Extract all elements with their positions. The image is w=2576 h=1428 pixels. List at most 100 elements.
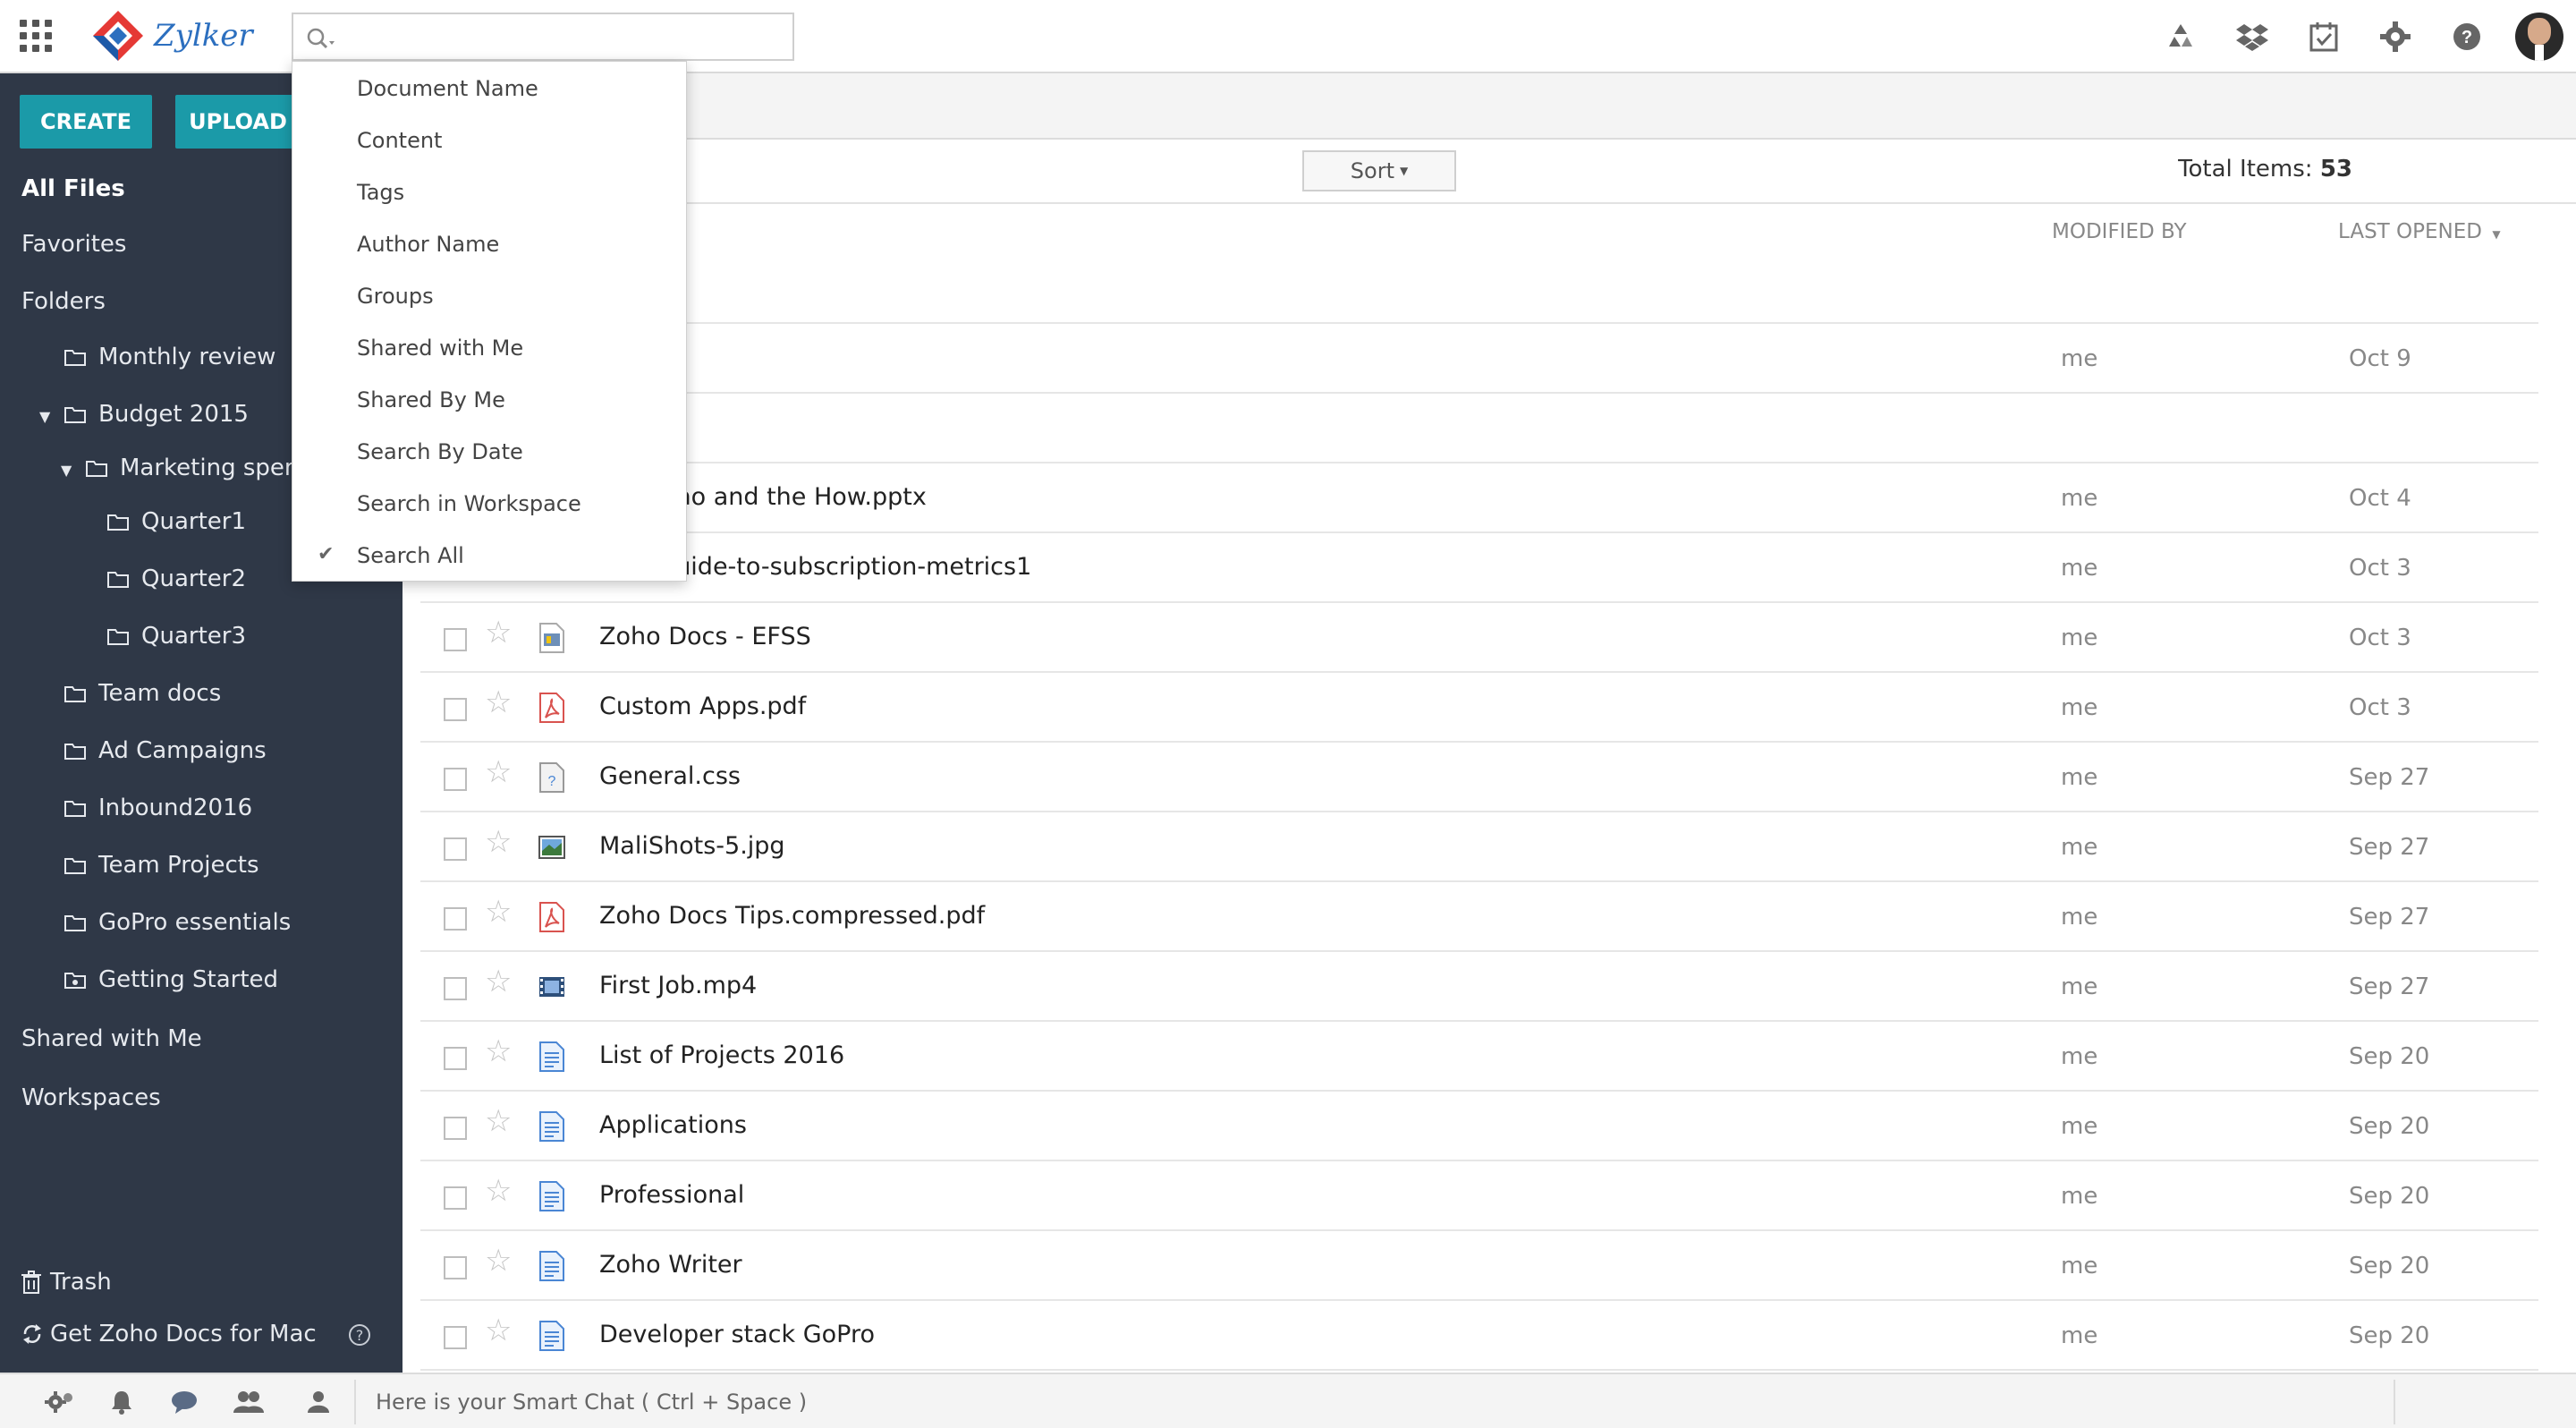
row-checkbox[interactable] (444, 698, 467, 721)
star-icon[interactable]: ☆ (485, 617, 512, 648)
file-name[interactable]: Zoho Docs Tips.compressed.pdf (599, 902, 985, 930)
zylker-logo[interactable]: Zylker (89, 7, 253, 64)
star-icon[interactable]: ☆ (485, 966, 512, 997)
file-name[interactable]: Applications (599, 1111, 747, 1139)
sidebar-item-all-files[interactable]: All Files (21, 175, 125, 202)
file-name[interactable]: General.css (599, 762, 741, 790)
sort-button[interactable]: Sort ▼ (1302, 150, 1456, 191)
folder-team-docs[interactable]: Team docs (64, 680, 221, 707)
sidebar-item-shared-with-me[interactable]: Shared with Me (21, 1025, 202, 1052)
file-name[interactable]: Custom Apps.pdf (599, 693, 806, 720)
row-checkbox[interactable] (444, 1186, 467, 1210)
upload-button[interactable]: UPLOAD (175, 95, 301, 149)
file-row[interactable] (420, 394, 2538, 463)
search-option-groups[interactable]: Groups (357, 284, 434, 309)
search-option-search-all[interactable]: Search All (357, 543, 464, 568)
file-row[interactable] (420, 254, 2538, 324)
search-option-shared-with-me[interactable]: Shared with Me (357, 336, 523, 361)
file-row[interactable]: ☆ Applications me Sep 20 (420, 1092, 2538, 1161)
bell-icon[interactable] (106, 1389, 138, 1415)
file-row[interactable]: ☆ Zoho Docs Tips.compressed.pdf me Sep 27 (420, 882, 2538, 952)
caret-down-icon[interactable]: ▼ (39, 408, 50, 425)
smart-chat-input[interactable] (358, 1378, 2388, 1426)
create-button[interactable]: CREATE (20, 95, 152, 149)
file-name[interactable]: Professional (599, 1181, 744, 1209)
group-icon[interactable] (233, 1389, 265, 1415)
recycle-icon[interactable] (2145, 0, 2216, 73)
star-icon[interactable]: ☆ (485, 1036, 512, 1067)
star-icon[interactable]: ☆ (485, 757, 512, 787)
help-icon[interactable]: ? (2431, 0, 2503, 73)
chat-bubble-icon[interactable] (168, 1389, 200, 1415)
folder-monthly-review[interactable]: Monthly review (64, 344, 275, 370)
row-checkbox[interactable] (444, 1117, 467, 1140)
row-checkbox[interactable] (444, 1326, 467, 1349)
file-row[interactable]: ☆ Developer stack GoPro me Sep 20 (420, 1301, 2538, 1371)
row-checkbox[interactable] (444, 768, 467, 791)
file-name[interactable]: Zoho Writer (599, 1251, 742, 1279)
file-name[interactable]: MaliShots-5.jpg (599, 832, 785, 860)
star-icon[interactable]: ☆ (485, 1106, 512, 1136)
sidebar-item-trash[interactable]: Trash (21, 1269, 112, 1296)
folder-quarter3[interactable]: Quarter3 (107, 623, 246, 650)
row-checkbox[interactable] (444, 628, 467, 651)
folder-team-projects[interactable]: Team Projects (64, 852, 259, 879)
user-icon[interactable] (302, 1389, 335, 1415)
row-checkbox[interactable] (444, 1047, 467, 1070)
column-header-last-opened[interactable]: LAST OPENED ▼ (2338, 220, 2501, 243)
folder-budget-2015[interactable]: Budget 2015 (64, 401, 249, 428)
column-header-modified-by[interactable]: MODIFIED BY (2052, 220, 2187, 243)
file-row[interactable]: ☆ List of Projects 2016 me Sep 20 (420, 1022, 2538, 1092)
search-box[interactable] (292, 13, 794, 61)
file-row[interactable]: ☆ Zoho Docs - EFSS me Oct 3 (420, 603, 2538, 673)
search-option-search-by-date[interactable]: Search By Date (357, 439, 523, 464)
settings-gear-icon[interactable] (43, 1389, 75, 1415)
calendar-check-icon[interactable] (2288, 0, 2360, 73)
file-row[interactable]: ☆ MaliShots-5.jpg me Sep 27 (420, 812, 2538, 882)
row-checkbox[interactable] (444, 837, 467, 861)
get-zoho-docs-for-mac-link[interactable]: Get Zoho Docs for Mac (21, 1321, 317, 1347)
file-row[interactable]: ☆ Zoho Writer me Sep 20 (420, 1231, 2538, 1301)
file-row[interactable]: The Who and the How.pptx me Oct 4 (420, 463, 2538, 533)
star-icon[interactable]: ☆ (485, 687, 512, 718)
row-checkbox[interactable] (444, 1256, 467, 1279)
star-icon[interactable]: ☆ (485, 897, 512, 927)
file-row[interactable]: ☆ Professional me Sep 20 (420, 1161, 2538, 1231)
file-name[interactable]: List of Projects 2016 (599, 1041, 844, 1069)
file-name[interactable]: Zoho Docs - EFSS (599, 623, 811, 650)
sidebar-item-workspaces[interactable]: Workspaces (21, 1084, 161, 1111)
caret-down-icon[interactable]: ▼ (61, 462, 72, 479)
sidebar-item-folders[interactable]: Folders (21, 288, 106, 315)
folder-gopro-essentials[interactable]: GoPro essentials (64, 909, 291, 936)
apps-grid-icon[interactable] (20, 20, 52, 52)
folder-quarter1[interactable]: Quarter1 (107, 508, 246, 535)
file-row[interactable]: ☆? General.css me Sep 27 (420, 743, 2538, 812)
row-checkbox[interactable] (444, 977, 467, 1000)
folder-marketing-spend[interactable]: Marketing spen (86, 455, 299, 481)
file-row[interactable]: ☆ First Job.mp4 me Sep 27 (420, 952, 2538, 1022)
star-icon[interactable]: ☆ (485, 1176, 512, 1206)
row-checkbox[interactable] (444, 907, 467, 931)
sidebar-item-favorites[interactable]: Favorites (21, 231, 126, 258)
search-option-tags[interactable]: Tags (357, 180, 404, 205)
folder-ad-campaigns[interactable]: Ad Campaigns (64, 737, 267, 764)
search-option-document-name[interactable]: Document Name (357, 76, 538, 101)
file-row[interactable]: ants-guide-to-subscription-metrics1 me Oct… (420, 533, 2538, 603)
search-option-shared-by-me[interactable]: Shared By Me (357, 387, 505, 412)
search-option-search-in-workspace[interactable]: Search in Workspace (357, 491, 581, 516)
folder-getting-started[interactable]: Getting Started (64, 966, 278, 993)
star-icon[interactable]: ☆ (485, 827, 512, 857)
dropbox-icon[interactable] (2216, 0, 2288, 73)
file-row[interactable]: ots.jpgmeOct 9 (420, 324, 2538, 394)
search-option-author-name[interactable]: Author Name (357, 232, 499, 257)
search-icon[interactable] (306, 27, 336, 50)
search-input[interactable] (347, 20, 785, 54)
star-icon[interactable]: ☆ (485, 1315, 512, 1346)
file-name[interactable]: First Job.mp4 (599, 972, 757, 999)
folder-inbound2016[interactable]: Inbound2016 (64, 795, 252, 821)
folder-quarter2[interactable]: Quarter2 (107, 565, 246, 592)
star-icon[interactable]: ☆ (485, 1245, 512, 1276)
file-row[interactable]: ☆ Custom Apps.pdf me Oct 3 (420, 673, 2538, 743)
avatar[interactable] (2515, 13, 2563, 61)
search-option-content[interactable]: Content (357, 128, 442, 153)
